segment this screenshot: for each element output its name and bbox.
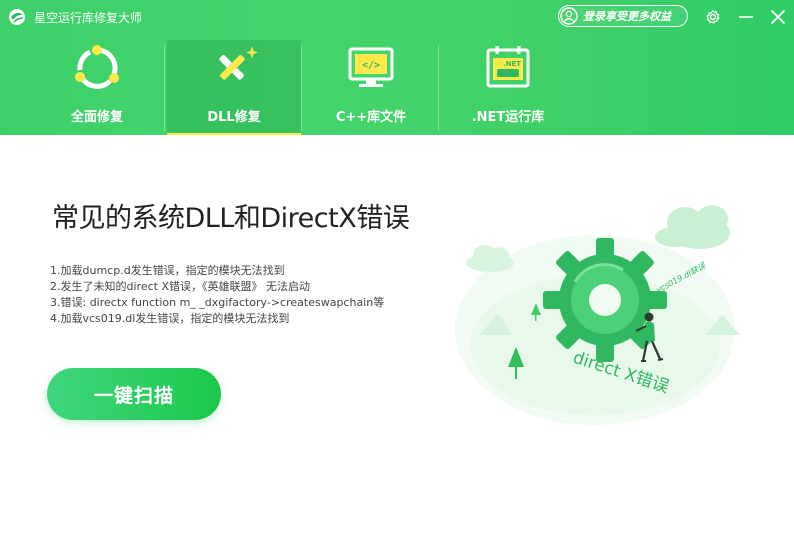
tab-divider <box>438 45 439 131</box>
app-logo-icon <box>9 9 25 25</box>
minimize-icon <box>739 16 753 18</box>
net-calendar-icon: .NET <box>486 46 530 88</box>
directx-error-illustration: vcs019.dl缺误 direct X错误 <box>455 205 740 425</box>
login-button[interactable]: 登录享受更多权益 <box>558 5 688 27</box>
error-item: 3.错误: directx function m_ _dxgifactory->… <box>50 296 385 309</box>
code-monitor-icon: </> <box>348 47 394 87</box>
minimize-button[interactable] <box>735 6 757 28</box>
tab-cpp-libs[interactable]: </> C++库文件 <box>304 40 438 135</box>
gear-illustration <box>543 238 667 362</box>
header-bar: 星空运行库修复大师 登录享受更多权益 全面修复 DLL修复 </> C++库文件… <box>0 0 794 135</box>
recycle-icon <box>75 45 119 89</box>
cloud-icon <box>655 205 730 249</box>
tab-dll-repair[interactable]: DLL修复 <box>167 40 301 135</box>
tab-label: C++库文件 <box>335 110 407 125</box>
tab-divider <box>164 45 165 131</box>
login-label: 登录享受更多权益 <box>583 10 671 23</box>
tab-full-repair[interactable]: 全面修复 <box>30 40 164 135</box>
svg-text:</>: </> <box>362 60 380 71</box>
tab-net-runtime[interactable]: .NET .NET运行库 <box>441 40 575 135</box>
error-item: 4.加载vcs019.dl发生错误，指定的模块无法找到 <box>50 312 290 325</box>
settings-button[interactable] <box>702 6 724 28</box>
tab-label: 全面修复 <box>70 110 123 125</box>
tab-divider <box>301 45 302 131</box>
app-title-area: 星空运行库修复大师 <box>8 6 142 28</box>
error-item: 1.加载dumcp.d发生错误，指定的模块无法找到 <box>50 264 285 277</box>
one-click-scan-button[interactable]: 一键扫描 <box>47 368 221 420</box>
user-icon <box>560 7 578 25</box>
close-icon <box>770 9 786 25</box>
gear-icon <box>706 9 720 24</box>
tab-label: .NET运行库 <box>471 110 545 125</box>
app-title: 星空运行库修复大师 <box>34 10 143 25</box>
cloud-icon <box>466 245 514 272</box>
dll-cross-icon <box>219 46 258 80</box>
close-button[interactable] <box>767 6 789 28</box>
net-icon-text: .NET <box>503 60 521 68</box>
page-title: 常见的系统DLL和DirectX错误 <box>52 203 410 234</box>
tab-label: DLL修复 <box>207 110 261 125</box>
error-item: 2.发生了未知的direct X错误，《英雄联盟》 无法启动 <box>50 280 310 293</box>
